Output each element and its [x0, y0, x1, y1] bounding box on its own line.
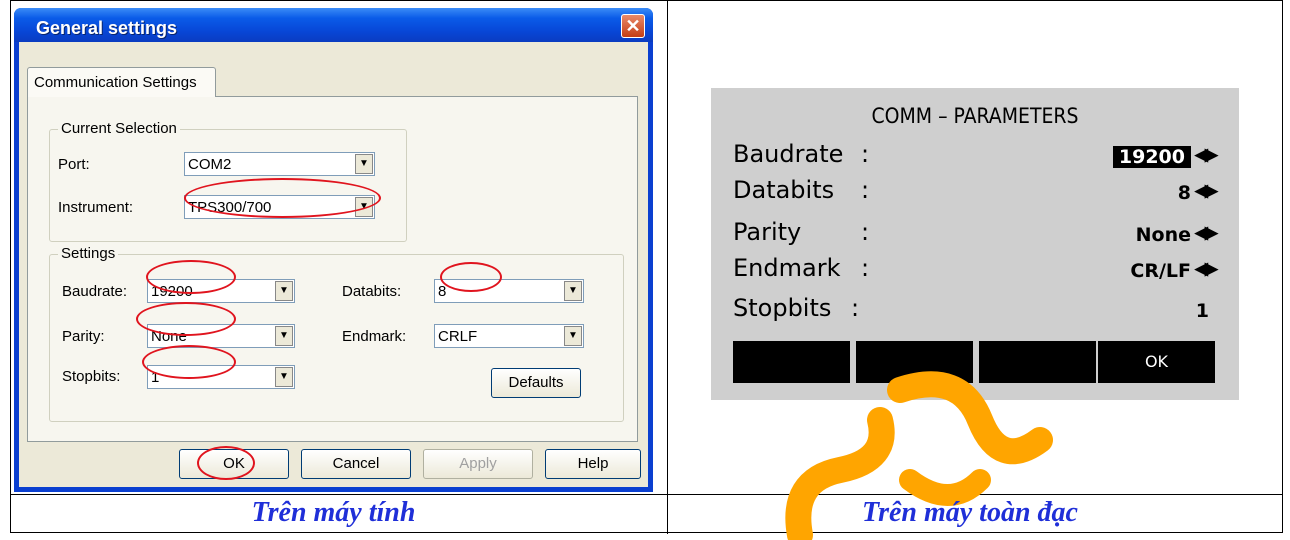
help-button[interactable]: Help	[545, 449, 641, 479]
lcd-row-value: 8	[1177, 182, 1191, 204]
parity-value: None	[151, 328, 187, 345]
caption-right: Trên máy toàn đạc	[862, 497, 1078, 528]
baudrate-value: 19200	[151, 283, 193, 300]
databits-label: Databits:	[342, 283, 402, 300]
instrument-select[interactable]: TPS300/700 ▼	[184, 195, 375, 219]
lcd-row-separator: :	[861, 176, 870, 204]
chevron-down-icon[interactable]: ▼	[275, 326, 293, 346]
close-button[interactable]: ✕	[621, 14, 645, 38]
port-value: COM2	[188, 156, 232, 173]
softkey-1[interactable]	[733, 341, 850, 383]
baudrate-select[interactable]: 19200 ▼	[147, 279, 295, 303]
stopbits-value: 1	[151, 369, 160, 386]
table-divider-horizontal	[11, 494, 1282, 495]
close-icon: ✕	[625, 16, 641, 36]
lcd-row-separator: :	[861, 218, 870, 246]
tab-panel: Current Selection Port: COM2 ▼ Instrumen…	[27, 96, 638, 442]
ok-button[interactable]: OK	[179, 449, 289, 479]
cancel-button[interactable]: Cancel	[301, 449, 411, 479]
current-selection-label: Current Selection	[58, 120, 180, 137]
port-label: Port:	[58, 156, 90, 173]
left-right-arrow-icon: ◀▶	[1194, 145, 1218, 164]
tab-communication-settings[interactable]: Communication Settings	[27, 67, 216, 97]
parity-select[interactable]: None ▼	[147, 324, 295, 348]
current-selection-group: Current Selection Port: COM2 ▼ Instrumen…	[49, 120, 407, 242]
lcd-row-baudrate: Baudrate : 19200 ◀▶	[733, 140, 1218, 176]
lcd-row-stopbits: Stopbits : 1	[733, 294, 1215, 330]
stopbits-label: Stopbits:	[62, 368, 121, 385]
lcd-row-label: Parity	[733, 218, 802, 246]
dialog-titlebar[interactable]: General settings ✕	[14, 8, 653, 42]
lcd-row-value: None	[1135, 224, 1191, 246]
lcd-row-separator: :	[861, 254, 870, 282]
left-right-arrow-icon: ◀▶	[1194, 223, 1218, 242]
chevron-down-icon[interactable]: ▼	[355, 197, 373, 217]
softkey-ok[interactable]: OK	[1098, 341, 1215, 383]
instrument-lcd-screen: COMM – PARAMETERS Baudrate : 19200 ◀▶ Da…	[711, 88, 1239, 400]
apply-button[interactable]: Apply	[423, 449, 533, 479]
chevron-down-icon[interactable]: ▼	[564, 326, 582, 346]
defaults-button[interactable]: Defaults	[491, 368, 581, 398]
dialog-title: General settings	[36, 18, 178, 38]
chevron-down-icon[interactable]: ▼	[275, 367, 293, 387]
baudrate-label: Baudrate:	[62, 283, 128, 300]
softkey-3[interactable]	[979, 341, 1096, 383]
lcd-row-value-selected: 19200	[1112, 146, 1191, 168]
caption-left: Trên máy tính	[251, 497, 416, 528]
lcd-row-parity: Parity : None ◀▶	[733, 218, 1218, 254]
lcd-row-label: Stopbits	[733, 294, 832, 322]
general-settings-dialog: General settings ✕ Current Selection Por…	[14, 8, 653, 492]
left-right-arrow-icon: ◀▶	[1194, 181, 1218, 200]
settings-label: Settings	[58, 245, 119, 262]
lcd-row-endmark: Endmark : CR/LF ◀▶	[733, 254, 1218, 290]
softkey-2[interactable]	[856, 341, 973, 383]
lcd-row-databits: Databits : 8 ◀▶	[733, 176, 1218, 212]
parity-label: Parity:	[62, 328, 105, 345]
tab-communication-settings-label: Communication Settings	[34, 74, 197, 91]
instrument-label: Instrument:	[58, 199, 134, 216]
lcd-row-value: CR/LF	[1130, 260, 1191, 282]
lcd-row-label: Databits	[733, 176, 835, 204]
instrument-value: TPS300/700	[188, 199, 272, 216]
chevron-down-icon[interactable]: ▼	[564, 281, 582, 301]
lcd-row-label: Baudrate	[733, 140, 844, 168]
stopbits-select[interactable]: 1 ▼	[147, 365, 295, 389]
dialog-client-area: Current Selection Port: COM2 ▼ Instrumen…	[19, 42, 648, 487]
settings-group: Settings Baudrate: 19200 ▼ Databits: 8 ▼…	[49, 245, 624, 422]
endmark-value: CRLF	[438, 328, 478, 345]
databits-value: 8	[438, 283, 447, 300]
endmark-select[interactable]: CRLF ▼	[434, 324, 584, 348]
databits-select[interactable]: 8 ▼	[434, 279, 584, 303]
port-select[interactable]: COM2 ▼	[184, 152, 375, 176]
lcd-row-label: Endmark	[733, 254, 841, 282]
lcd-row-separator: :	[861, 140, 870, 168]
lcd-row-separator: :	[851, 294, 860, 322]
chevron-down-icon[interactable]: ▼	[275, 281, 293, 301]
chevron-down-icon[interactable]: ▼	[355, 154, 373, 174]
left-right-arrow-icon: ◀▶	[1194, 259, 1218, 278]
lcd-row-value: 1	[1195, 300, 1209, 322]
endmark-label: Endmark:	[342, 328, 407, 345]
table-divider-vertical	[667, 1, 668, 534]
lcd-title: COMM – PARAMETERS	[871, 104, 1079, 128]
